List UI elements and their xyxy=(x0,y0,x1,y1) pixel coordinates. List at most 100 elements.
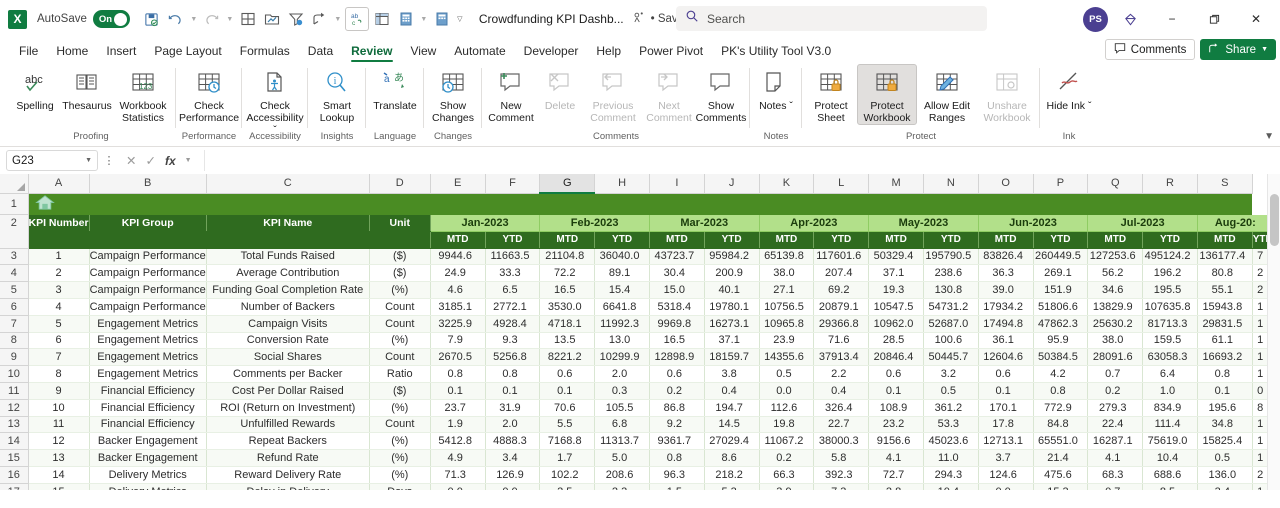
cell-value[interactable]: 3530.0 xyxy=(539,298,596,316)
cell-value[interactable]: 294.3 xyxy=(923,466,979,484)
cell-value[interactable]: 2.0 xyxy=(594,365,650,383)
cell-value[interactable]: 75619.0 xyxy=(1142,432,1198,451)
cell-kpi-name[interactable]: Total Funds Raised xyxy=(206,248,370,266)
cell-value[interactable]: 688.6 xyxy=(1142,466,1198,484)
cell-value[interactable]: 81713.3 xyxy=(1142,315,1198,333)
cell-value[interactable]: 2.5 xyxy=(539,483,596,490)
cell-value[interactable]: 15.4 xyxy=(594,281,650,299)
freeze-panes-icon[interactable] xyxy=(371,8,393,30)
cell-kpi-number[interactable]: 8 xyxy=(28,365,90,383)
cell-value[interactable]: 0.1 xyxy=(485,382,541,400)
cell-value[interactable]: 69.2 xyxy=(813,281,870,299)
calculate-now-icon[interactable] xyxy=(431,8,453,30)
cell-value[interactable]: 170.1 xyxy=(978,399,1034,417)
cell-value[interactable]: 33.3 xyxy=(485,264,541,283)
cell-kpi-group[interactable]: Backer Engagement xyxy=(89,432,207,451)
cell-kpi-name[interactable]: Delay in Delivery xyxy=(206,483,370,490)
ribbon-button-smart-lookup[interactable]: i Smart Lookup xyxy=(311,64,363,124)
ribbon-collapse-caret[interactable]: ▼ xyxy=(1264,131,1274,142)
ribbon-button-protect-sheet[interactable]: Protect Sheet xyxy=(805,64,857,124)
cell-value[interactable]: 52687.0 xyxy=(923,315,979,333)
tab-pk-s-utility-tool-v3-0[interactable]: PK's Utility Tool V3.0 xyxy=(712,44,840,62)
cell-value[interactable]: 16287.1 xyxy=(1087,432,1144,451)
cell-value[interactable]: 5.8 xyxy=(813,449,870,467)
cell-kpi-group[interactable]: Engagement Metrics xyxy=(89,348,207,367)
cell-value[interactable]: 68.3 xyxy=(1087,466,1144,484)
cell-value[interactable]: 8.6 xyxy=(704,449,760,467)
cell-value[interactable]: 136177.4 xyxy=(1197,248,1253,266)
save-icon[interactable] xyxy=(141,8,163,30)
cell-value[interactable]: 269.1 xyxy=(1033,264,1089,283)
cell-value[interactable]: 11.0 xyxy=(923,449,979,467)
cell-value[interactable]: 0.1 xyxy=(1197,382,1253,400)
row-header-16[interactable]: 16 xyxy=(0,466,29,484)
cell-unit[interactable]: Count xyxy=(369,315,431,333)
cell-value[interactable]: 0.5 xyxy=(923,382,979,400)
cell-kpi-number[interactable]: 13 xyxy=(28,449,90,467)
cell-value[interactable]: 195790.5 xyxy=(923,248,979,266)
cell-value[interactable]: 3185.1 xyxy=(430,298,486,316)
row-header-2[interactable]: 2 xyxy=(0,214,29,232)
cell-value[interactable]: 0.2 xyxy=(1087,382,1144,400)
cell-value[interactable]: 475.6 xyxy=(1033,466,1089,484)
row-header-9[interactable]: 9 xyxy=(0,348,29,367)
comments-button[interactable]: Comments xyxy=(1104,39,1196,60)
cell-kpi-number[interactable]: 9 xyxy=(28,382,90,400)
share-button[interactable]: Share ▼ xyxy=(1200,39,1276,60)
ribbon-button-notes[interactable]: Notes ˇ xyxy=(753,64,799,112)
cell-value[interactable]: 89.1 xyxy=(594,264,650,283)
cell-value[interactable]: 5.3 xyxy=(704,483,760,490)
cell-value[interactable]: 36040.0 xyxy=(594,248,650,266)
cell-kpi-name[interactable]: Repeat Backers xyxy=(206,432,370,451)
row-header-6[interactable]: 6 xyxy=(0,298,29,316)
cell-kpi-name[interactable]: Unfulfilled Rewards xyxy=(206,416,370,434)
cell-value[interactable]: 0.8 xyxy=(430,365,486,383)
cell-value[interactable]: 34.8 xyxy=(1197,416,1253,434)
cell-value[interactable]: 23.7 xyxy=(430,399,486,417)
cell-value[interactable]: 2.0 xyxy=(485,416,541,434)
ribbon-button-translate[interactable]: a あ Translate xyxy=(369,64,421,112)
cell-value[interactable]: 0.2 xyxy=(649,382,705,400)
cell-value[interactable]: 151.9 xyxy=(1033,281,1089,299)
cell-value[interactable]: 0.5 xyxy=(1197,449,1253,467)
cell-value[interactable]: 159.5 xyxy=(1142,332,1198,350)
cell-value[interactable]: 11663.5 xyxy=(485,248,541,266)
cell-value[interactable]: 12898.9 xyxy=(649,348,705,367)
cell-kpi-name[interactable]: Cost Per Dollar Raised xyxy=(206,382,370,400)
cell-value[interactable]: 86.8 xyxy=(649,399,705,417)
cell-value[interactable]: 31.9 xyxy=(485,399,541,417)
cell-value[interactable]: 279.3 xyxy=(1087,399,1144,417)
cell-value[interactable]: 27.1 xyxy=(759,281,815,299)
cell-value[interactable]: 11992.3 xyxy=(594,315,650,333)
cell-value[interactable]: 72.7 xyxy=(868,466,924,484)
avatar[interactable]: PS xyxy=(1083,6,1108,32)
cell-value[interactable]: 65139.8 xyxy=(759,248,815,266)
cell-kpi-name[interactable]: Funding Goal Completion Rate xyxy=(206,281,370,299)
cell-kpi-name[interactable]: Refund Rate xyxy=(206,449,370,467)
cell-value[interactable]: 7.3 xyxy=(813,483,870,490)
cell-value[interactable]: 95.9 xyxy=(1033,332,1089,350)
column-header-I[interactable]: I xyxy=(649,174,705,194)
cell-value[interactable]: 392.3 xyxy=(813,466,870,484)
cell-value[interactable]: 25630.2 xyxy=(1087,315,1144,333)
cell-value[interactable]: 40.1 xyxy=(704,281,760,299)
select-all-corner[interactable] xyxy=(0,174,29,194)
cell-value[interactable]: 28.5 xyxy=(868,332,924,350)
calculate-dropdown-caret[interactable]: ▼ xyxy=(419,16,429,23)
cell-value[interactable]: 63058.3 xyxy=(1142,348,1198,367)
tab-insert[interactable]: Insert xyxy=(97,44,145,62)
cell-value[interactable]: 3.4 xyxy=(1197,483,1253,490)
cell-value[interactable]: 772.9 xyxy=(1033,399,1089,417)
column-header-G[interactable]: G xyxy=(539,174,596,194)
cell-kpi-group[interactable]: Delivery Metrics xyxy=(89,466,207,484)
filter-icon[interactable] xyxy=(285,8,307,30)
cell-value[interactable]: 27029.4 xyxy=(704,432,760,451)
cell-value[interactable]: 9156.6 xyxy=(868,432,924,451)
cell-value[interactable]: 0.8 xyxy=(1033,382,1089,400)
cell-kpi-name[interactable]: Reward Delivery Rate xyxy=(206,466,370,484)
tab-help[interactable]: Help xyxy=(587,44,630,62)
cell-value[interactable]: 34.6 xyxy=(1087,281,1144,299)
cell-value[interactable]: 6.5 xyxy=(485,281,541,299)
cell-value[interactable]: 83826.4 xyxy=(978,248,1034,266)
column-header-R[interactable]: R xyxy=(1142,174,1198,194)
